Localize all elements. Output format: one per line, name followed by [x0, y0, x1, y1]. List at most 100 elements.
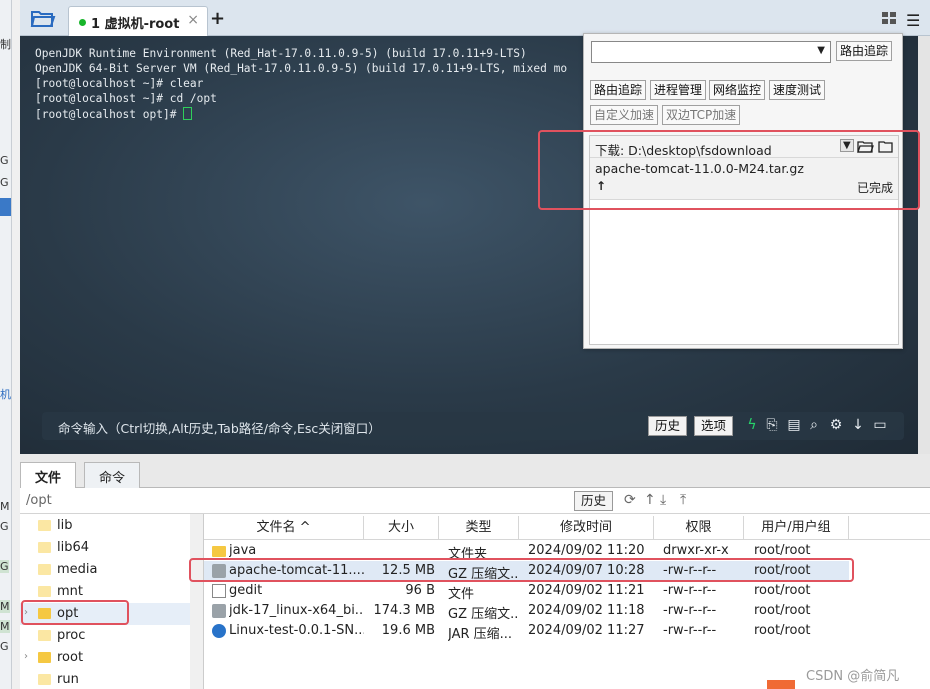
tool-network-button[interactable]: 网络监控 [709, 80, 766, 100]
folder-icon [38, 586, 51, 597]
col-name[interactable]: 文件名 ^ [204, 516, 364, 540]
tree-item-label: lib [57, 518, 73, 533]
history-button[interactable]: 历史 [648, 416, 688, 436]
tree-item[interactable]: run [20, 669, 190, 689]
folder-icon [212, 546, 226, 557]
file-type: 文件 [448, 587, 475, 602]
file-name: Linux-test-0.0.1-SN... [229, 623, 364, 638]
file-size: 96 B [405, 583, 435, 598]
lower-tab-bar: 文件 命令 [20, 460, 930, 489]
tree-item[interactable]: › root [20, 647, 190, 669]
chevron-down-icon[interactable]: ▼ [817, 45, 825, 56]
tool-process-button[interactable]: 进程管理 [650, 80, 707, 100]
strip-highlight [0, 198, 11, 216]
tab-session-1[interactable]: 1 虚拟机-root × [68, 6, 208, 36]
route-trace-button[interactable]: 路由追踪 [836, 41, 893, 61]
tree-item[interactable]: lib [20, 515, 190, 537]
file-owner: root/root [754, 623, 811, 638]
file-mtime: 2024/09/02 11:27 [528, 623, 645, 638]
refresh-icon[interactable]: ⟳ [624, 492, 636, 508]
tcp-accel-button[interactable]: 双边TCP加速 [662, 105, 741, 125]
upload-icon[interactable]: ⤒ [680, 492, 686, 508]
strip-text: G [0, 560, 9, 573]
file-perm: drwxr-xr-x [663, 543, 729, 558]
open-folder-icon[interactable] [30, 8, 56, 28]
terminal-line: [root@localhost ~]# cd /opt [35, 92, 217, 105]
csdn-logo-icon [767, 680, 795, 689]
current-path[interactable]: /opt [26, 493, 52, 508]
table-row[interactable]: jdk-17_linux-x64_bi... 174.3 MB GZ 压缩文..… [204, 601, 849, 622]
tree-item[interactable]: proc [20, 625, 190, 647]
path-history-button[interactable]: 历史 [574, 491, 614, 511]
highlight-annotation [21, 600, 129, 625]
tab-files[interactable]: 文件 [20, 462, 77, 489]
connected-status-icon [79, 19, 86, 26]
tree-item[interactable]: lib64 [20, 537, 190, 559]
lightning-icon[interactable]: ϟ [744, 417, 760, 433]
terminal-cursor [183, 107, 193, 120]
command-input-bar[interactable]: 命令输入（Ctrl切换,Alt历史,Tab路径/命令,Esc关闭窗口） 历史 选… [42, 412, 904, 440]
options-button[interactable]: 选项 [694, 416, 734, 436]
file-mtime: 2024/09/02 11:20 [528, 543, 645, 558]
file-perm: -rw-r--r-- [663, 583, 717, 598]
tool-speed-button[interactable]: 速度测试 [769, 80, 826, 100]
file-name: java [229, 543, 257, 558]
custom-accel-button[interactable]: 自定义加速 [590, 105, 659, 125]
path-bar: /opt 历史 ⟳ ↑ ⤓ ⤒ [20, 488, 930, 514]
adjacent-window-strip: 制 G G 机 M G G M M G [0, 0, 12, 689]
highlight-annotation [189, 558, 854, 582]
strip-text: 制 [0, 38, 11, 51]
file-name: jdk-17_linux-x64_bi... [229, 603, 364, 618]
terminal-line: OpenJDK 64-Bit Server VM (Red_Hat-17.0.1… [35, 62, 568, 75]
highlight-annotation [538, 130, 920, 210]
chevron-right-icon[interactable]: › [24, 651, 28, 662]
file-name: gedit [229, 583, 263, 598]
tree-item-label: proc [57, 628, 86, 643]
col-size[interactable]: 大小 [364, 516, 439, 540]
strip-text: G [0, 640, 9, 653]
layout-grid-icon[interactable] [882, 12, 896, 24]
tree-item-label: root [57, 650, 84, 665]
strip-text: 机 [0, 388, 11, 401]
download-arrow-icon[interactable]: ↓ [850, 417, 866, 433]
close-tab-icon[interactable]: × [187, 12, 199, 28]
col-mtime[interactable]: 修改时间 [519, 516, 654, 540]
tool-route-trace-button[interactable]: 路由追踪 [590, 80, 647, 100]
download-icon[interactable]: ⤓ [660, 492, 666, 508]
link-copy-icon[interactable]: ⎘ [764, 417, 780, 433]
col-owner[interactable]: 用户/用户组 [744, 516, 849, 540]
col-type[interactable]: 类型 [439, 516, 519, 540]
file-list-header: 文件名 ^ 大小 类型 修改时间 权限 用户/用户组 [204, 516, 930, 540]
hamburger-menu-icon[interactable]: ☰ [906, 11, 920, 30]
tab-label: 1 虚拟机-root [91, 17, 180, 32]
tree-scrollbar[interactable] [190, 514, 200, 689]
gear-icon[interactable]: ⚙ [828, 417, 844, 433]
folder-icon [38, 520, 51, 531]
strip-text: G [0, 520, 9, 533]
up-dir-icon[interactable]: ↑ [644, 492, 656, 508]
window-icon[interactable]: ▭ [872, 417, 888, 433]
search-icon[interactable]: ⌕ [806, 417, 822, 433]
terminal-line: [root@localhost ~]# clear [35, 77, 204, 90]
file-owner: root/root [754, 603, 811, 618]
trace-target-combobox[interactable]: ▼ [591, 41, 831, 63]
terminal-prompt-line: [root@localhost opt]# [35, 107, 193, 121]
tab-commands[interactable]: 命令 [84, 462, 141, 488]
strip-text: M [0, 600, 10, 613]
terminal-line: OpenJDK Runtime Environment (Red_Hat-17.… [35, 47, 527, 60]
folder-icon [38, 674, 51, 685]
folder-icon [38, 652, 51, 663]
add-tab-icon[interactable]: + [210, 8, 225, 29]
folder-icon [38, 630, 51, 641]
tree-item[interactable]: media [20, 559, 190, 581]
strip-text: G [0, 154, 9, 167]
session-tab-bar: 1 虚拟机-root × + ☰ [20, 0, 930, 36]
tree-item-label: lib64 [57, 540, 90, 555]
terminal-scrollbar[interactable] [918, 36, 930, 454]
strip-text: G [0, 176, 9, 189]
paste-icon[interactable]: ▤ [786, 417, 802, 433]
col-perm[interactable]: 权限 [654, 516, 744, 540]
table-row[interactable]: Linux-test-0.0.1-SN... 19.6 MB JAR 压缩...… [204, 621, 849, 642]
strip-text: M [0, 500, 10, 513]
table-row[interactable]: gedit 96 B 文件 2024/09/02 11:21 -rw-r--r-… [204, 581, 849, 602]
